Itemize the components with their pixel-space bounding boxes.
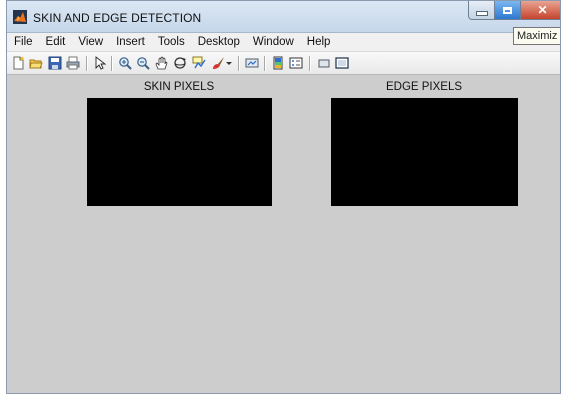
skin-pixels-title: SKIN PIXELS [143, 81, 215, 93]
maximize-button[interactable] [495, 1, 521, 20]
hide-plot-tools-icon[interactable] [317, 56, 331, 70]
title-bar[interactable]: SKIN AND EDGE DETECTION ✕ [7, 1, 560, 33]
menu-desktop[interactable]: Desktop [198, 36, 240, 48]
window-title: SKIN AND EDGE DETECTION [33, 11, 202, 25]
menu-help[interactable]: Help [307, 36, 331, 48]
edge-pixels-title: EDGE PIXELS [385, 81, 463, 93]
data-cursor-icon[interactable] [192, 56, 206, 70]
maximize-tooltip: Maximiz [513, 27, 560, 45]
menu-insert[interactable]: Insert [116, 36, 145, 48]
zoom-out-icon[interactable] [136, 56, 150, 70]
minimize-icon [475, 10, 488, 16]
print-icon[interactable] [66, 56, 80, 70]
minimize-button[interactable] [468, 1, 495, 20]
link-plot-icon[interactable] [245, 56, 259, 70]
legend-icon[interactable] [289, 56, 303, 70]
toolbar-separator [86, 56, 88, 71]
edit-plot-icon[interactable] [93, 56, 107, 70]
toolbar-separator [238, 56, 240, 71]
toolbar-separator [111, 56, 113, 71]
toolbar-separator [264, 56, 266, 71]
menu-view[interactable]: View [78, 36, 103, 48]
rotate-3d-icon[interactable] [173, 56, 187, 70]
edge-pixels-image [331, 98, 518, 206]
menu-bar: File Edit View Insert Tools Desktop Wind… [7, 33, 560, 52]
zoom-in-icon[interactable] [118, 56, 132, 70]
caption-buttons: ✕ [468, 1, 560, 21]
matlab-logo-icon [13, 10, 27, 24]
close-icon: ✕ [537, 3, 548, 17]
new-figure-icon[interactable] [11, 56, 25, 70]
close-button[interactable]: ✕ [521, 1, 560, 20]
menu-file[interactable]: File [14, 36, 33, 48]
dropdown-arrow-icon[interactable] [225, 56, 233, 70]
save-icon[interactable] [48, 56, 62, 70]
menu-edit[interactable]: Edit [46, 36, 66, 48]
brush-icon[interactable] [211, 56, 225, 70]
toolbar-separator [309, 56, 311, 71]
show-plot-tools-icon[interactable] [335, 56, 349, 70]
colorbar-icon[interactable] [271, 56, 285, 70]
figure-window: SKIN AND EDGE DETECTION ✕ Maximiz File E… [6, 0, 561, 394]
figure-toolbar [7, 52, 560, 75]
pan-icon[interactable] [154, 56, 168, 70]
open-file-icon[interactable] [29, 56, 43, 70]
skin-pixels-image [87, 98, 272, 206]
menu-window[interactable]: Window [253, 36, 294, 48]
maximize-icon [503, 6, 512, 14]
menu-tools[interactable]: Tools [158, 36, 185, 48]
